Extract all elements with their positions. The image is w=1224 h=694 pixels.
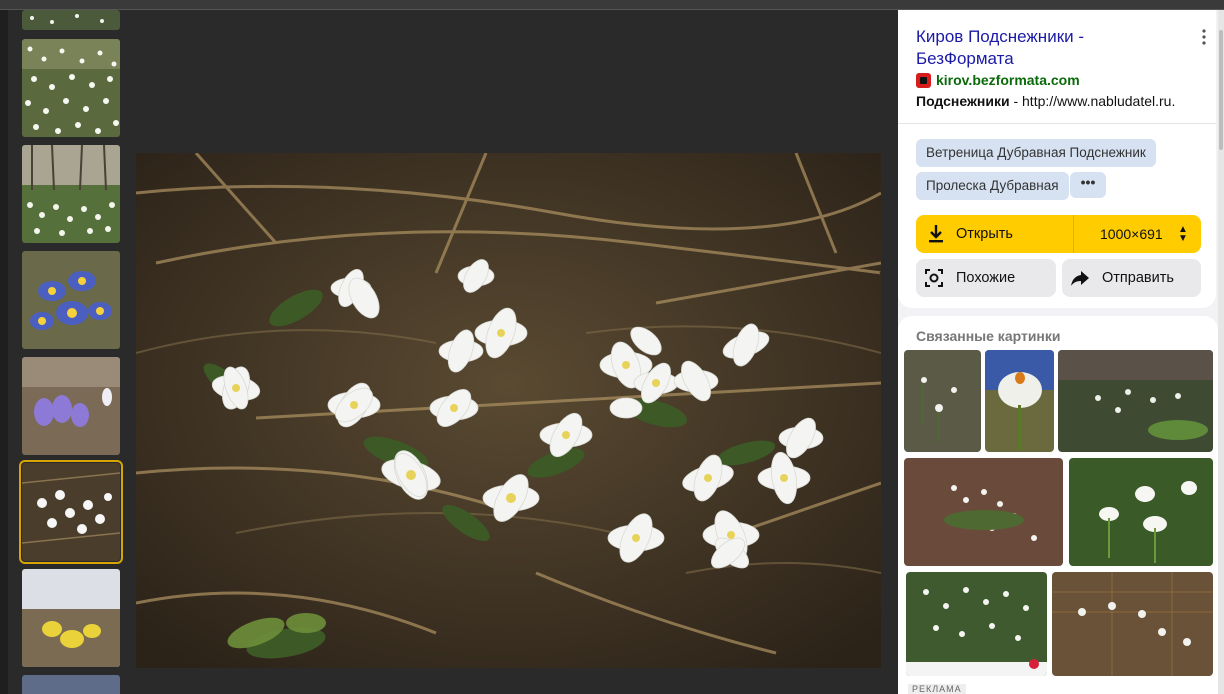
vertical-dots-icon[interactable] bbox=[1196, 28, 1212, 46]
image-viewer bbox=[128, 10, 898, 694]
thumb-purple-crocus[interactable] bbox=[22, 357, 120, 455]
download-icon bbox=[929, 225, 943, 243]
page-title-link[interactable]: Киров Подснежники - БезФормата bbox=[916, 26, 1176, 70]
tags-more-button[interactable]: ••• bbox=[1070, 172, 1106, 198]
main-image-anemones[interactable] bbox=[136, 153, 881, 668]
left-edge-strip bbox=[0, 10, 8, 694]
open-label: Открыть bbox=[956, 226, 1013, 242]
tag-scilla[interactable]: Пролеска Дубравная bbox=[916, 172, 1069, 200]
divider bbox=[898, 123, 1216, 124]
lens-search-icon bbox=[925, 269, 943, 287]
share-arrow-icon bbox=[1071, 271, 1089, 286]
open-divider bbox=[1073, 215, 1074, 253]
related-title: Связанные картинки bbox=[916, 328, 1061, 344]
info-panel: Киров Подснежники - БезФормата kirov.bez… bbox=[898, 10, 1218, 694]
thumb-blue-crocus[interactable] bbox=[22, 251, 120, 349]
thumb-anemones[interactable] bbox=[19, 460, 123, 564]
site-favicon-icon bbox=[916, 72, 931, 88]
ad-label: РЕКЛАМА bbox=[908, 684, 966, 694]
thumb-snowdrops-forest[interactable] bbox=[22, 145, 120, 243]
snippet: Подснежники - http://www.nabludatel.ru. bbox=[916, 93, 1175, 109]
share-button[interactable]: Отправить bbox=[1062, 259, 1201, 297]
thumb-next[interactable] bbox=[22, 675, 120, 694]
related-image-7[interactable] bbox=[1052, 572, 1213, 676]
related-image-1[interactable] bbox=[904, 350, 981, 452]
browser-top-bar bbox=[0, 0, 1224, 10]
thumbnail-strip[interactable] bbox=[8, 10, 128, 694]
related-image-3[interactable] bbox=[1058, 350, 1213, 452]
related-images-section: Связанные картинки bbox=[898, 316, 1218, 694]
size-updown-icon: ▲ ▼ bbox=[1178, 224, 1188, 244]
size-selector[interactable]: 1000×691 bbox=[1100, 215, 1163, 253]
source-line: kirov.bezformata.com bbox=[916, 72, 1080, 88]
thumb-snowdrops-meadow[interactable] bbox=[22, 39, 120, 137]
tag-anemone[interactable]: Ветреница Дубравная Подснежник bbox=[916, 139, 1156, 167]
snippet-rest: - http://www.nabludatel.ru. bbox=[1009, 93, 1176, 109]
share-label: Отправить bbox=[1102, 270, 1174, 286]
similar-label: Похожие bbox=[956, 270, 1016, 286]
panel-scrollbar[interactable] bbox=[1218, 10, 1224, 694]
related-image-5[interactable] bbox=[1069, 458, 1213, 566]
related-image-4[interactable] bbox=[904, 458, 1063, 566]
snippet-bold: Подснежники bbox=[916, 93, 1010, 109]
source-domain-link[interactable]: kirov.bezformata.com bbox=[936, 72, 1080, 88]
related-image-2[interactable] bbox=[985, 350, 1054, 452]
thumb-snowdrops-field-top[interactable] bbox=[22, 10, 120, 30]
scrollbar-thumb[interactable] bbox=[1219, 30, 1223, 150]
thumb-yellow-flowers[interactable] bbox=[22, 569, 120, 667]
similar-button[interactable]: Похожие bbox=[916, 259, 1056, 297]
related-image-6[interactable] bbox=[906, 572, 1047, 676]
source-card: Киров Подснежники - БезФормата kirov.bez… bbox=[898, 10, 1216, 308]
open-button[interactable]: Открыть 1000×691 ▲ ▼ bbox=[916, 215, 1201, 253]
